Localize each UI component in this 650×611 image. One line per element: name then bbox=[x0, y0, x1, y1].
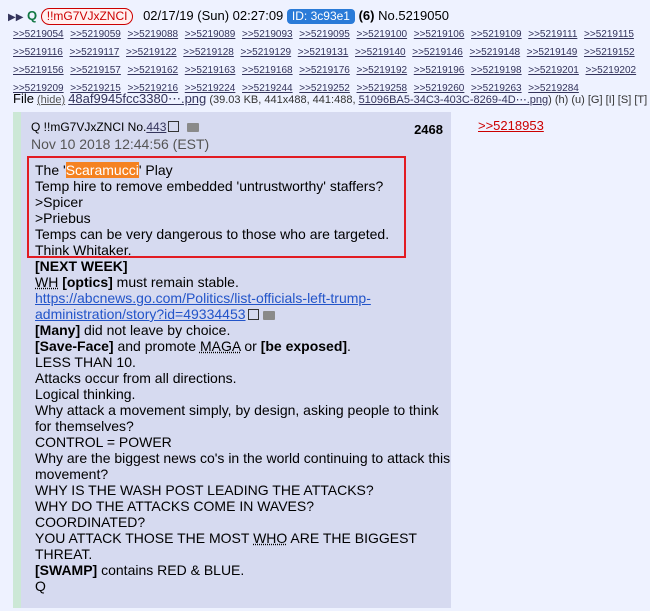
line-text: Attacks occur from all directions. bbox=[35, 370, 237, 386]
reply-link[interactable]: >>5219198 bbox=[471, 65, 522, 76]
reply-link[interactable]: >>5219117 bbox=[70, 47, 120, 58]
line-text: WHY IS THE WASH POST LEADING THE ATTACKS… bbox=[35, 482, 374, 498]
reply-links: >>5219054 >>5219059 >>5219088 >>5219089 … bbox=[13, 25, 643, 97]
reply-link[interactable]: >>5219157 bbox=[70, 65, 121, 76]
line-text: . bbox=[347, 338, 351, 354]
line-text: must remain stable. bbox=[112, 274, 239, 290]
reply-link[interactable]: >>5219148 bbox=[470, 47, 521, 58]
line-text: Why attack a movement simply, by design,… bbox=[35, 402, 439, 434]
quoted-body: The 'Scaramucci' Play Temp hire to remov… bbox=[35, 162, 453, 594]
line-text: ' Play bbox=[138, 162, 173, 178]
line-text: Temp hire to remove embedded 'untrustwor… bbox=[35, 178, 384, 194]
post-number[interactable]: No.5219050 bbox=[378, 8, 449, 23]
signature: Q bbox=[35, 578, 46, 594]
reply-link[interactable]: >>5219196 bbox=[414, 65, 465, 76]
reply-link[interactable]: >>5219095 bbox=[299, 29, 350, 40]
file-name-link[interactable]: 48af9945fcc3380⋯.png bbox=[68, 91, 206, 106]
folder-icon[interactable] bbox=[262, 311, 275, 320]
reply-link[interactable]: >>5219140 bbox=[355, 47, 406, 58]
reply-link[interactable]: >>5219059 bbox=[70, 29, 121, 40]
backlink[interactable]: >>5218953 bbox=[478, 118, 544, 133]
line-text: [optics] bbox=[62, 274, 113, 290]
reply-link[interactable]: >>5219192 bbox=[357, 65, 408, 76]
highlighted-name: Scaramucci bbox=[65, 162, 139, 178]
original-filename-link[interactable]: 51096BA5-34C3-403C-8269-4D⋯.png bbox=[359, 94, 549, 106]
reply-link[interactable]: >>5219163 bbox=[185, 65, 236, 76]
line-text: WH bbox=[35, 274, 59, 290]
external-link-icon[interactable] bbox=[168, 121, 180, 132]
line-text: did not leave by choice. bbox=[80, 322, 231, 338]
reply-link[interactable]: >>5219106 bbox=[414, 29, 465, 40]
reply-link[interactable]: >>5219168 bbox=[242, 65, 293, 76]
hide-file-link[interactable]: (hide) bbox=[37, 94, 65, 106]
line-text: or bbox=[240, 338, 261, 354]
line-text: contains RED & BLUE. bbox=[97, 562, 245, 578]
quoted-author: Q !!mG7VJxZNCI No. bbox=[31, 120, 147, 134]
line-text: Temps can be very dangerous to those who… bbox=[35, 226, 390, 242]
reply-link[interactable]: >>5219122 bbox=[126, 47, 177, 58]
expand-arrows-icon[interactable]: ▶▶ bbox=[8, 12, 23, 23]
line-text: Why are the biggest news co's in the wor… bbox=[35, 450, 451, 482]
reply-count: (6) bbox=[358, 8, 375, 23]
external-link-icon[interactable] bbox=[247, 309, 259, 320]
post-datetime: 02/17/19 (Sun) 02:27:09 bbox=[143, 8, 284, 23]
reply-link[interactable]: >>5219201 bbox=[528, 65, 579, 76]
line-text: and promote bbox=[113, 338, 200, 354]
line-text: Think Whitaker. bbox=[35, 242, 132, 258]
line-text: [Save-Face] bbox=[35, 338, 114, 354]
reply-link[interactable]: >>5219100 bbox=[357, 29, 408, 40]
reply-link[interactable]: >>5219129 bbox=[241, 47, 292, 58]
line-text: LESS THAN 10. bbox=[35, 354, 136, 370]
line-text: [NEXT WEEK] bbox=[35, 258, 128, 274]
line-text: >Priebus bbox=[35, 210, 91, 226]
reply-link[interactable]: >>5219128 bbox=[183, 47, 234, 58]
reply-link[interactable]: >>5219149 bbox=[527, 47, 578, 58]
file-info: File (hide) 48af9945fcc3380⋯.png (39.03 … bbox=[13, 92, 650, 107]
quoted-number: 2468 bbox=[414, 122, 443, 137]
poster-id-badge[interactable]: ID: 3c93e1 bbox=[286, 9, 355, 24]
reply-link[interactable]: >>5219089 bbox=[185, 29, 236, 40]
line-text: WHY DO THE ATTACKS COME IN WAVES? bbox=[35, 498, 315, 514]
quoted-post-link[interactable]: 443 bbox=[146, 120, 166, 134]
line-text: CONTROL = POWER bbox=[35, 434, 172, 450]
line-text: COORDINATED? bbox=[35, 514, 146, 530]
reply-link[interactable]: >>5219116 bbox=[13, 47, 63, 58]
folder-icon[interactable] bbox=[187, 123, 200, 132]
reply-link[interactable]: >>5219202 bbox=[586, 65, 637, 76]
abcnews-link[interactable]: https://abcnews.go.com/Politics/list-off… bbox=[35, 290, 371, 322]
reply-link[interactable]: >>5219115 bbox=[584, 29, 634, 40]
line-text: The ' bbox=[35, 162, 66, 178]
reply-link[interactable]: >>5219093 bbox=[242, 29, 293, 40]
reply-link[interactable]: >>5219131 bbox=[298, 47, 349, 58]
reply-link[interactable]: >>5219088 bbox=[128, 29, 179, 40]
reply-link[interactable]: >>5219156 bbox=[13, 65, 64, 76]
reply-link[interactable]: >>5219152 bbox=[584, 47, 635, 58]
file-meta: (39.03 KB, 441x488, 441:488, bbox=[209, 94, 356, 106]
file-actions[interactable]: ) (h) (u) [G] [I] [S] [T] [K] bbox=[548, 94, 650, 106]
line-text: [SWAMP] bbox=[35, 562, 98, 578]
line-text: YOU ATTACK THOSE THE MOST bbox=[35, 530, 254, 546]
reply-link[interactable]: >>5219111 bbox=[528, 29, 577, 40]
line-text: [Many] bbox=[35, 322, 81, 338]
line-text: WHO bbox=[253, 530, 288, 546]
reply-link[interactable]: >>5219109 bbox=[471, 29, 522, 40]
quoted-post-header: Q !!mG7VJxZNCI No.443 bbox=[31, 120, 200, 135]
reply-link[interactable]: >>5219176 bbox=[299, 65, 350, 76]
quoted-post-card: Q !!mG7VJxZNCI No.443 Nov 10 2018 12:44:… bbox=[13, 112, 451, 608]
tripcode-badge[interactable]: !!mG7VJxZNCI bbox=[40, 8, 134, 25]
reply-link[interactable]: >>5219162 bbox=[128, 65, 179, 76]
line-text: [be exposed] bbox=[260, 338, 348, 354]
line-text: >Spicer bbox=[35, 194, 83, 210]
reply-link[interactable]: >>5219146 bbox=[412, 47, 463, 58]
line-text: MAGA bbox=[199, 338, 241, 354]
file-label: File bbox=[13, 91, 34, 106]
reply-link[interactable]: >>5219054 bbox=[13, 29, 64, 40]
quoted-date: Nov 10 2018 12:44:56 (EST) bbox=[31, 136, 210, 152]
poster-name: Q bbox=[27, 8, 38, 23]
post-header: ▶▶ Q !!mG7VJxZNCI 02/17/19 (Sun) 02:27:0… bbox=[8, 7, 449, 27]
line-text: Logical thinking. bbox=[35, 386, 136, 402]
